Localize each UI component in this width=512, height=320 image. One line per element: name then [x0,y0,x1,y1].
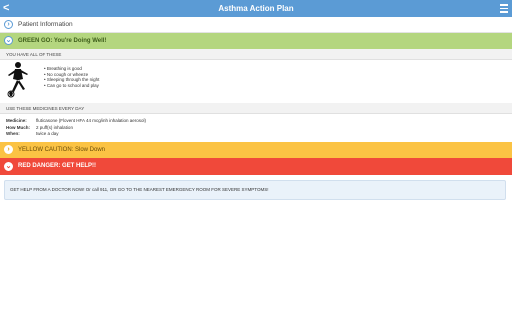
list-item: Sleeping through the night [44,77,100,83]
medicines-subheader: USE THESE MEDICINES EVERY DAY [0,103,512,114]
yellow-zone-header[interactable]: › YELLOW CAUTION: Slow Down [0,142,512,158]
green-zone-label: GREEN GO: You're Doing Well! [18,38,107,44]
yellow-zone-label: YELLOW CAUTION: Slow Down [18,147,106,153]
red-zone-message-box: GET HELP FROM A DOCTOR NOW! Or call 911,… [4,180,506,200]
hamburger-icon[interactable] [500,4,508,13]
chevron-down-icon: ⌄ [4,36,13,45]
top-bar: < Asthma Action Plan [0,0,512,17]
when-key: When: [6,131,20,136]
chevron-right-icon: › [4,20,13,29]
patient-information-label: Patient Information [18,21,73,28]
page-title: Asthma Action Plan [218,4,294,13]
chevron-right-icon: › [4,145,13,154]
list-item: Can go to school and play [44,83,99,89]
green-zone-header[interactable]: ⌄ GREEN GO: You're Doing Well! [0,33,512,49]
red-zone-label: RED DANGER: GET HELP!! [18,163,96,169]
chevron-down-icon: ⌄ [4,162,13,171]
symptoms-subheader: YOU HAVE ALL OF THESE [0,49,512,60]
soccer-player-icon [7,62,28,98]
when-value: twice a day [36,131,59,136]
symptom-list: Breathing is good No cough or wheeze Sle… [44,66,100,89]
when-row: When: twice a day [6,131,146,138]
red-zone-message: GET HELP FROM A DOCTOR NOW! Or call 911,… [10,187,269,192]
patient-information-row[interactable]: › Patient Information [0,17,512,33]
red-zone-header[interactable]: ⌄ RED DANGER: GET HELP!! [0,158,512,175]
medication-details: Medicine: fluticasone (Flovent HFA 44 mc… [6,118,146,138]
